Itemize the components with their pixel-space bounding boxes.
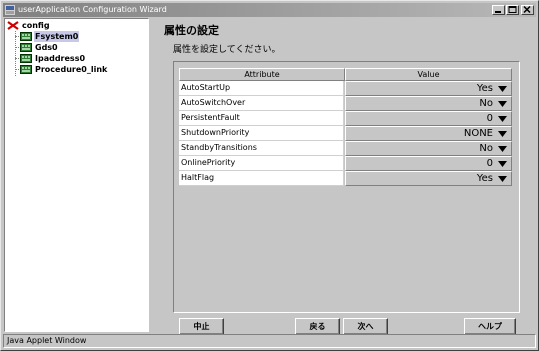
- resource-icon: [20, 65, 32, 74]
- attribute-cell: AutoStartUp: [179, 81, 344, 96]
- attribute-table-frame: Attribute Value AutoStartUp Yes AutoSwit…: [173, 61, 520, 313]
- table-row: OnlinePriority 0: [179, 156, 512, 171]
- content-panel: 属性の設定 属性を設定してください。 Attribute Value AutoS…: [157, 18, 537, 335]
- tree-node-label: Fsystem0: [34, 31, 80, 42]
- dropdown-arrow-icon: [498, 101, 507, 107]
- tree-panel[interactable]: config Fsystem0 Gds0 Ipaddress0 Procedur…: [4, 18, 149, 332]
- dropdown-arrow-icon: [498, 86, 507, 92]
- resource-icon: [20, 32, 32, 41]
- table-row: AutoSwitchOver No: [179, 96, 512, 111]
- attribute-cell: ShutdownPriority: [179, 126, 344, 141]
- dropdown-arrow-icon: [498, 176, 507, 182]
- value-text: No: [479, 98, 493, 109]
- attribute-cell: OnlinePriority: [179, 156, 344, 171]
- column-header-attribute[interactable]: Attribute: [179, 68, 345, 81]
- app-icon: [5, 5, 15, 15]
- attribute-cell: HaltFlag: [179, 171, 344, 186]
- tree-node-label: Procedure0_link: [35, 65, 108, 74]
- value-dropdown[interactable]: NONE: [345, 126, 512, 141]
- table-row: HaltFlag Yes: [179, 171, 512, 186]
- value-text: No: [479, 143, 493, 154]
- maximize-icon: [508, 6, 517, 13]
- window-title: userApplication Configuration Wizard: [18, 5, 167, 14]
- dropdown-arrow-icon: [498, 146, 507, 152]
- attribute-table: Attribute Value AutoStartUp Yes AutoSwit…: [179, 68, 512, 308]
- close-icon: [523, 6, 531, 14]
- table-row: AutoStartUp Yes: [179, 81, 512, 96]
- tree-node-label: config: [22, 21, 50, 30]
- resource-icon: [20, 43, 32, 52]
- dropdown-arrow-icon: [498, 161, 507, 167]
- dropdown-arrow-icon: [498, 116, 507, 122]
- status-bar: Java Applet Window: [3, 334, 536, 348]
- value-text: 0: [486, 113, 493, 124]
- tree-node-label: Ipaddress0: [35, 54, 86, 63]
- back-button[interactable]: 戻る: [295, 318, 340, 335]
- value-dropdown[interactable]: 0: [345, 156, 512, 171]
- attribute-cell: StandbyTransitions: [179, 141, 344, 156]
- help-button[interactable]: ヘルプ: [464, 318, 516, 335]
- dropdown-arrow-icon: [498, 131, 507, 137]
- config-icon: [7, 21, 19, 30]
- value-text: NONE: [463, 128, 493, 139]
- value-dropdown[interactable]: No: [345, 141, 512, 156]
- attribute-cell: AutoSwitchOver: [179, 96, 344, 111]
- panel-splitter[interactable]: [150, 18, 156, 332]
- title-bar[interactable]: userApplication Configuration Wizard: [3, 3, 536, 17]
- value-dropdown[interactable]: 0: [345, 111, 512, 126]
- next-button[interactable]: 次へ: [343, 318, 388, 335]
- page-instructions: 属性を設定してください。: [173, 45, 281, 55]
- value-text: Yes: [476, 83, 493, 94]
- cancel-button[interactable]: 中止: [179, 318, 224, 335]
- table-row: ShutdownPriority NONE: [179, 126, 512, 141]
- value-dropdown[interactable]: No: [345, 96, 512, 111]
- table-row: PersistentFault 0: [179, 111, 512, 126]
- column-header-value[interactable]: Value: [345, 68, 512, 81]
- close-button[interactable]: [521, 5, 534, 15]
- value-dropdown[interactable]: Yes: [345, 171, 512, 186]
- page-title: 属性の設定: [164, 24, 219, 37]
- minimize-button[interactable]: [492, 5, 505, 15]
- wizard-window: userApplication Configuration Wizard con…: [0, 0, 539, 351]
- minimize-icon: [495, 11, 501, 13]
- value-dropdown[interactable]: Yes: [345, 81, 512, 96]
- resource-icon: [20, 54, 32, 63]
- value-text: 0: [486, 158, 493, 169]
- table-row: StandbyTransitions No: [179, 141, 512, 156]
- tree-node-label: Gds0: [35, 43, 58, 52]
- value-text: Yes: [476, 173, 493, 184]
- maximize-button[interactable]: [506, 5, 519, 15]
- attribute-cell: PersistentFault: [179, 111, 344, 126]
